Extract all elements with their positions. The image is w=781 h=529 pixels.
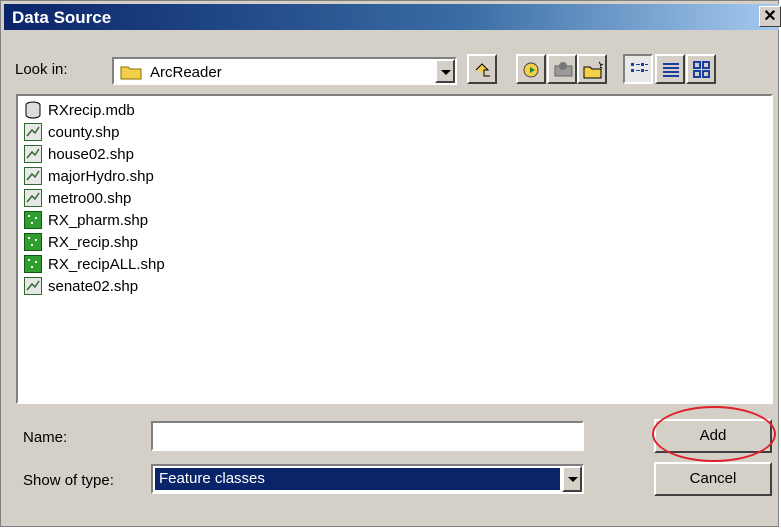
new-folder-button[interactable] bbox=[577, 54, 607, 84]
line-shapefile-icon bbox=[24, 189, 42, 207]
disconnect-folder-button[interactable] bbox=[547, 54, 577, 84]
list-item[interactable]: metro00.shp bbox=[24, 187, 131, 209]
point-shapefile-icon bbox=[24, 211, 42, 229]
connect-folder-button[interactable] bbox=[516, 54, 546, 84]
look-in-dropdown-button[interactable] bbox=[435, 59, 455, 83]
add-button[interactable]: Add bbox=[654, 419, 772, 453]
look-in-dropdown[interactable]: ArcReader bbox=[112, 57, 457, 85]
file-name: RX_recipALL.shp bbox=[48, 255, 165, 273]
line-shapefile-icon bbox=[24, 277, 42, 295]
show-of-type-dropdown-button[interactable] bbox=[562, 466, 582, 492]
point-shapefile-icon bbox=[24, 255, 42, 273]
list-item[interactable]: RX_recip.shp bbox=[24, 231, 138, 253]
file-name: RXrecip.mdb bbox=[48, 101, 135, 119]
file-name: RX_pharm.shp bbox=[48, 211, 149, 229]
details-view-button[interactable] bbox=[655, 54, 685, 84]
file-name: county.shp bbox=[48, 123, 120, 141]
chevron-down-icon bbox=[568, 477, 578, 482]
file-name: RX_recip.shp bbox=[48, 233, 139, 251]
list-item[interactable]: majorHydro.shp bbox=[24, 165, 154, 187]
list-item[interactable]: senate02.shp bbox=[24, 275, 138, 297]
close-icon: ✕ bbox=[763, 8, 777, 25]
list-view-button[interactable] bbox=[623, 54, 653, 84]
close-button[interactable]: ✕ bbox=[759, 6, 781, 27]
thumbnails-view-button[interactable] bbox=[686, 54, 716, 84]
cancel-button[interactable]: Cancel bbox=[654, 462, 772, 496]
list-item[interactable]: RX_pharm.shp bbox=[24, 209, 148, 231]
name-input[interactable] bbox=[151, 421, 584, 451]
database-icon bbox=[24, 101, 42, 119]
name-label: Name: bbox=[23, 429, 68, 446]
list-item[interactable]: county.shp bbox=[24, 121, 119, 143]
title-bar: Data Source ✕ bbox=[4, 4, 781, 30]
line-shapefile-icon bbox=[24, 123, 42, 141]
list-item[interactable]: RX_recipALL.shp bbox=[24, 253, 165, 275]
file-name: metro00.shp bbox=[48, 189, 132, 207]
data-source-dialog: Data Source ✕ Look in: ArcReader RXrecip… bbox=[0, 0, 781, 527]
chevron-down-icon bbox=[441, 70, 451, 75]
line-shapefile-icon bbox=[24, 167, 42, 185]
line-shapefile-icon bbox=[24, 145, 42, 163]
file-list[interactable]: RXrecip.mdb county.shp house02.shp major… bbox=[16, 94, 773, 404]
list-item[interactable]: house02.shp bbox=[24, 143, 134, 165]
file-name: house02.shp bbox=[48, 145, 134, 163]
folder-icon bbox=[120, 64, 142, 85]
look-in-value: ArcReader bbox=[150, 64, 222, 81]
show-of-type-label: Show of type: bbox=[23, 472, 114, 489]
point-shapefile-icon bbox=[24, 233, 42, 251]
show-of-type-dropdown[interactable]: Feature classes bbox=[151, 464, 584, 494]
file-name: senate02.shp bbox=[48, 277, 139, 295]
file-name: majorHydro.shp bbox=[48, 167, 154, 185]
dialog-title: Data Source bbox=[12, 8, 112, 27]
list-item[interactable]: RXrecip.mdb bbox=[24, 99, 135, 121]
up-one-level-button[interactable] bbox=[467, 54, 497, 84]
look-in-label: Look in: bbox=[15, 61, 68, 78]
show-of-type-value: Feature classes bbox=[155, 468, 560, 490]
